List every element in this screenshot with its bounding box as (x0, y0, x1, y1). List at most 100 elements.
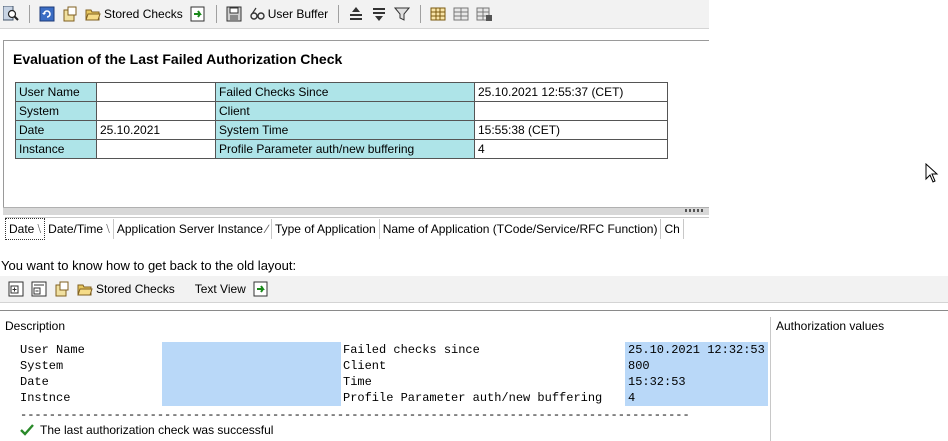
splitter-bar[interactable] (3, 207, 709, 215)
info-table-row: User Name Failed Checks Since 25.10.2021 1… (15, 82, 668, 102)
old-layout-panel: Description User Name Failed checks since… (0, 310, 948, 441)
expand-button[interactable] (5, 278, 27, 300)
export-button[interactable] (187, 3, 209, 25)
new-document-icon (55, 281, 69, 297)
row-label: System (20, 359, 64, 373)
toolbar-separator (420, 5, 422, 23)
info-table-row: Date 25.10.2021 System Time 15:55:38 (CET) (15, 120, 668, 140)
stored-checks-button-bottom[interactable]: Stored Checks (74, 278, 178, 300)
toolbar-separator (215, 5, 217, 23)
collapse-button[interactable] (28, 278, 50, 300)
stored-checks-label: Stored Checks (104, 7, 183, 21)
redacted-value (162, 358, 341, 374)
sort-descending-icon (373, 8, 386, 21)
info-label: System (15, 101, 97, 121)
save-layout-button[interactable] (473, 3, 495, 25)
user-buffer-button[interactable]: User Buffer (246, 3, 331, 25)
info-value (96, 101, 216, 121)
description-header: Description (5, 319, 66, 333)
info-label: Instance (15, 139, 97, 159)
info-label: Failed Checks Since (215, 82, 475, 102)
export-icon (253, 281, 268, 297)
redacted-value (162, 342, 341, 358)
export-icon (190, 6, 205, 22)
new-layout-panel: Stored Checks User Buffer Evaluation of … (0, 0, 710, 248)
toolbar-separator (29, 5, 30, 23)
checkmark-icon (20, 424, 34, 436)
evaluation-area: Evaluation of the Last Failed Authorizat… (3, 40, 710, 208)
mouse-pointer-icon (925, 163, 939, 183)
row-value: 800 (625, 358, 768, 374)
save-button[interactable] (223, 3, 245, 25)
column-header-2[interactable]: Application Server Instance ∕ (114, 219, 272, 239)
new-document-icon (63, 6, 77, 22)
info-value: 4 (474, 139, 668, 159)
row-value: 4 (625, 390, 768, 406)
info-label: System Time (215, 120, 475, 140)
info-value: 15:55:38 (CET) (474, 120, 668, 140)
grid-save-icon (476, 7, 493, 21)
separator-line: ----------------------------------------… (20, 408, 690, 422)
row-label: User Name (20, 343, 85, 357)
sort-descending-button[interactable] (368, 3, 390, 25)
info-table-row: System Client (15, 101, 668, 121)
export-button-bottom[interactable] (250, 278, 272, 300)
old-layout-row: Date Time 15:32:53 (0, 374, 770, 390)
column-header-0[interactable]: Date ⧵ (5, 218, 46, 240)
old-layout-row: Instnce Profile Parameter auth/new buffer… (0, 390, 770, 406)
info-label: Client (215, 101, 475, 121)
glasses-icon (250, 7, 265, 20)
column-header-5[interactable]: Ch (661, 219, 684, 239)
create-button[interactable] (59, 3, 81, 25)
old-layout-row: System Client 800 (0, 358, 770, 374)
sort-ascending-icon (350, 7, 363, 20)
folder-open-icon (85, 9, 101, 21)
folder-open-icon (77, 284, 93, 296)
row-value: 15:32:53 (625, 374, 768, 390)
column-header-4[interactable]: Name of Application (TCode/Service/RFC F… (380, 219, 662, 239)
info-table-row: Instance Profile Parameter auth/new buffe… (15, 139, 668, 159)
info-value (474, 101, 668, 121)
sort-indicator-icon: ⧵ (106, 222, 110, 236)
refresh-icon (39, 6, 55, 22)
save-icon (226, 6, 242, 22)
sort-indicator-icon: ∕ (265, 222, 268, 236)
table-grid-icon (430, 7, 446, 21)
question-text: You want to know how to get back to the … (1, 258, 297, 273)
row-label-2: Time (343, 375, 372, 389)
info-value (96, 82, 216, 102)
info-value: 25.10.2021 (96, 120, 216, 140)
text-view-button[interactable]: Text View (189, 278, 249, 300)
info-table: User Name Failed Checks Since 25.10.2021 1… (15, 82, 668, 159)
refresh-button[interactable] (36, 3, 58, 25)
expand-tree-icon (8, 281, 24, 297)
create-button-bottom[interactable] (51, 278, 73, 300)
redacted-value (162, 374, 341, 390)
empty-area (709, 0, 948, 260)
row-label: Instnce (20, 391, 71, 405)
row-label: Date (20, 375, 49, 389)
evaluation-title: Evaluation of the Last Failed Authorizat… (13, 51, 343, 67)
change-layout-button[interactable] (450, 3, 472, 25)
stored-checks-button[interactable]: Stored Checks (82, 3, 186, 25)
success-text: The last authorization check was success… (40, 423, 274, 437)
sort-indicator-icon: ⧵ (37, 222, 42, 236)
detail-view-button[interactable] (0, 3, 22, 25)
authorization-values-header: Authorization values (776, 319, 885, 333)
layout-button[interactable] (427, 3, 449, 25)
info-label: Profile Parameter auth/new buffering (215, 139, 475, 159)
row-label-2: Client (343, 359, 387, 373)
old-layout-row: User Name Failed checks since 25.10.2021 1… (0, 342, 770, 358)
info-value (96, 139, 216, 159)
sort-ascending-button[interactable] (345, 3, 367, 25)
text-view-label: Text View (194, 282, 246, 296)
column-header-1[interactable]: Date/Time ⧵ (45, 219, 114, 239)
filter-button[interactable] (391, 3, 413, 25)
toolbar-separator (338, 5, 340, 23)
toolbar-bottom: Stored Checks Text View (0, 276, 948, 303)
toolbar-top: Stored Checks User Buffer (0, 0, 709, 29)
alv-column-header: Date ⧵ Date/Time ⧵ Application Server Instan… (5, 217, 709, 240)
column-header-3[interactable]: Type of Application (272, 219, 380, 239)
splitter-grip[interactable] (685, 209, 705, 212)
grid-columns-icon (453, 7, 469, 21)
